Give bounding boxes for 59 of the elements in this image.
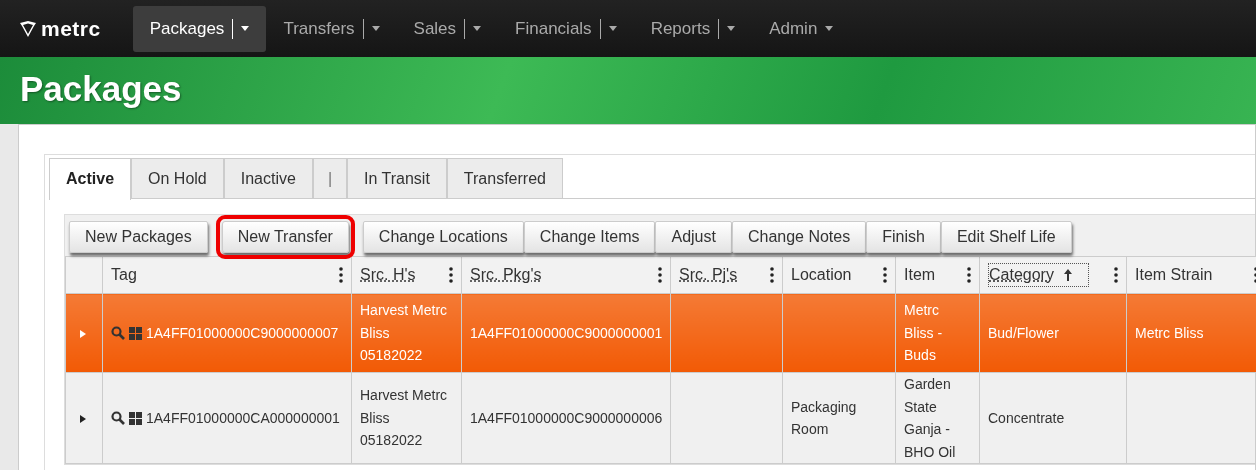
tab[interactable]: In Transit <box>347 158 447 198</box>
table-cell: Garden State Ganja - BHO Oil <box>904 376 956 460</box>
column-header[interactable]: Category <box>979 256 1127 294</box>
caret-icon <box>727 26 736 31</box>
table-cell: Harvest Metrc Bliss 05182022 <box>360 302 448 364</box>
tab-separator: | <box>312 158 348 198</box>
table-cell-text: 1A4FF01000000CA000000001 <box>146 408 340 428</box>
tab[interactable]: Inactive <box>223 158 313 198</box>
caret-icon <box>371 26 380 31</box>
tab[interactable]: Active <box>49 158 132 200</box>
column-menu-icon[interactable] <box>883 267 887 283</box>
column-menu-icon[interactable] <box>1114 267 1118 283</box>
caret-icon <box>241 26 250 31</box>
expand-icon[interactable] <box>80 414 86 423</box>
table-cell: Packaging Room <box>791 398 857 437</box>
logo-icon <box>18 19 38 38</box>
column-header[interactable]: Src. Pkg's <box>461 256 671 294</box>
column-menu-icon[interactable] <box>339 267 343 283</box>
table-cell-text: 1A4FF01000000C9000000007 <box>146 323 339 343</box>
table-row[interactable]: 1A4FF01000000CA000000001 Harvest Metrc Bliss 05182022 1A4FF01000000C9000000006 Packaging Room Garden State Ganja - BHO Oil Concentrate <box>65 372 1256 464</box>
column-menu-icon[interactable] <box>967 267 971 283</box>
column-menu-icon[interactable] <box>658 267 662 283</box>
toolbar-button[interactable]: Change Notes <box>731 221 867 253</box>
table-cell: Bud/Flower <box>988 324 1059 341</box>
toolbar-button[interactable]: Change Items <box>523 221 656 253</box>
table-cell: Metrc Bliss - Buds <box>904 302 943 364</box>
toolbar-button[interactable]: Edit Shelf Life <box>940 221 1072 253</box>
toolbar-button[interactable]: Finish <box>866 221 941 253</box>
table-cell: Concentrate <box>988 409 1065 426</box>
page-title: Packages <box>20 69 183 109</box>
table-cell: 1A4FF01000000C9000000001 <box>470 324 663 341</box>
toolbar-button[interactable]: New Packages <box>69 221 208 253</box>
nav-menu-item[interactable]: Financials <box>498 5 634 52</box>
table-cell: Harvest Metrc Bliss 05182022 <box>360 387 448 449</box>
search-icon[interactable] <box>111 411 125 425</box>
caret-icon <box>473 26 482 31</box>
nav-menu-item[interactable]: Packages <box>132 5 267 52</box>
nav-menu-item[interactable]: Admin <box>752 5 851 52</box>
column-header[interactable]: Tag <box>102 256 352 294</box>
nav-menu-item[interactable]: Reports <box>633 5 753 52</box>
table-cell: Metrc Bliss <box>1135 324 1204 341</box>
tab[interactable]: Transferred <box>446 158 563 198</box>
caret-icon <box>608 26 617 31</box>
column-menu-icon[interactable] <box>449 267 453 283</box>
column-menu-icon[interactable] <box>770 267 774 283</box>
column-header[interactable]: Item <box>895 256 980 294</box>
toolbar-button[interactable]: Adjust <box>655 221 732 253</box>
column-header[interactable]: Item Strain <box>1126 256 1256 294</box>
toolbar-button[interactable]: Change Locations <box>362 221 524 253</box>
table-cell: 1A4FF01000000C9000000006 <box>470 409 663 426</box>
nav-menu-item[interactable]: Transfers <box>266 5 397 52</box>
column-header[interactable]: Location <box>782 256 896 294</box>
nav-menu-item[interactable]: Sales <box>396 5 499 52</box>
logo-text: metrc <box>41 16 101 41</box>
grid-icon[interactable] <box>129 411 142 425</box>
column-header[interactable]: Src. Pj's <box>670 256 783 294</box>
tab[interactable]: On Hold <box>131 158 224 198</box>
caret-icon <box>825 26 834 31</box>
column-header[interactable]: Src. H's <box>351 256 462 294</box>
